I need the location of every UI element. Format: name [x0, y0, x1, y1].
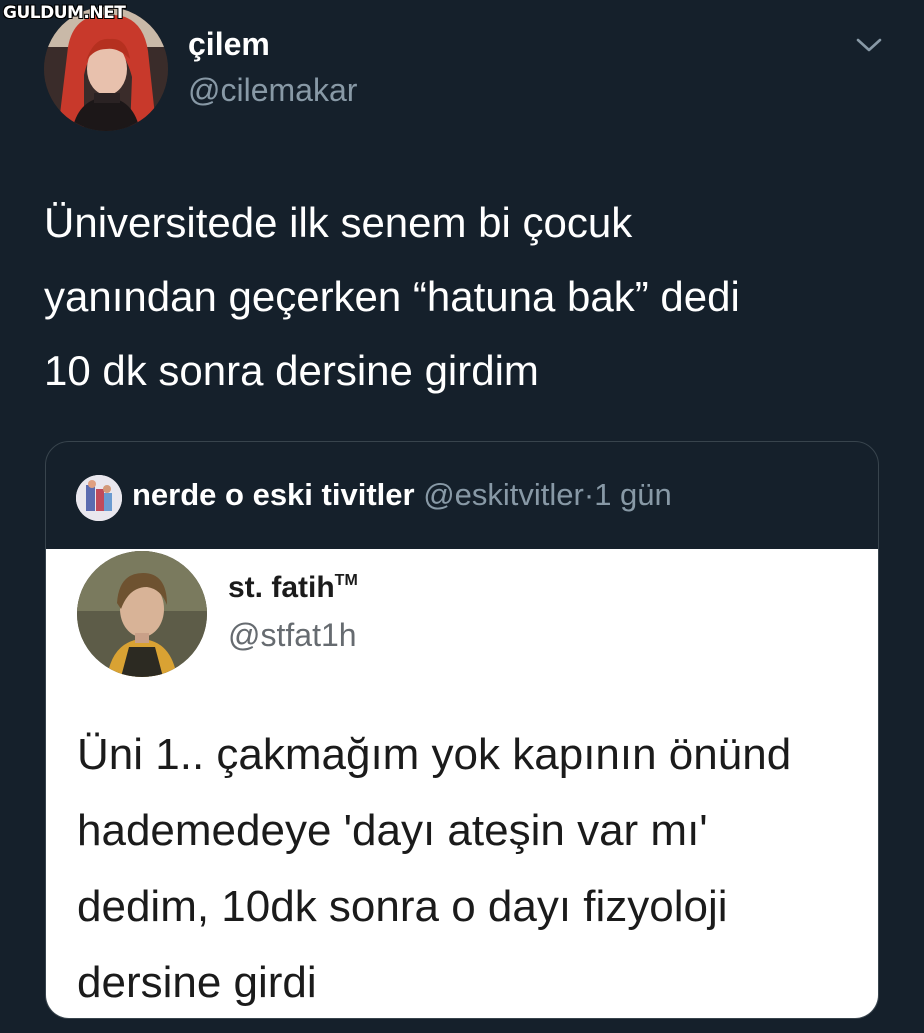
tweet-text-line: yanından geçerken “hatuna bak” dedi: [44, 273, 740, 320]
embedded-text-line: Üni 1.. çakmağım yok kapının önünd: [77, 730, 792, 779]
tweet-screenshot: GULDUM.NET çilem @cilemakar Üniversitede…: [0, 0, 924, 1033]
quoted-tweet-card[interactable]: nerde o eski tivitler @eskitvitler·1 gün…: [45, 441, 879, 1019]
embedded-author-handle: @stfat1h: [228, 617, 357, 653]
embedded-author-name-text: st. fatih: [228, 571, 335, 604]
separator-dot: ·: [583, 477, 595, 512]
tweet-text-line: Üniversitede ilk senem bi çocuk: [44, 199, 633, 246]
quoted-timestamp[interactable]: 1 gün: [594, 477, 672, 512]
chevron-down-icon[interactable]: [852, 33, 886, 57]
quoted-tweet-header: nerde o eski tivitler @eskitvitler·1 gün: [46, 442, 878, 549]
quoted-author-handle[interactable]: @eskitvitler: [423, 477, 584, 512]
tweet-text: Üniversitede ilk senem bi çocuk yanından…: [44, 186, 904, 408]
embedded-tweet-text: Üni 1.. çakmağım yok kapının önünd hadem…: [77, 717, 791, 1018]
quoted-author-name[interactable]: nerde o eski tivitler: [132, 477, 415, 512]
embedded-author-name: st. fatihTM: [228, 571, 358, 605]
trademark-symbol: TM: [334, 572, 358, 589]
embedded-text-line: hademedeye 'dayı ateşin var mı': [77, 806, 708, 855]
embedded-author-avatar: [77, 551, 207, 677]
quoted-author-line: nerde o eski tivitler @eskitvitler·1 gün: [132, 477, 672, 513]
author-display-name[interactable]: çilem: [188, 26, 270, 63]
embedded-text-line: dedim, 10dk sonra o dayı fizyoloji: [77, 882, 728, 931]
watermark-logo: GULDUM.NET: [3, 3, 126, 23]
quoted-author-avatar[interactable]: [76, 475, 122, 521]
embedded-text-line: dersine girdi: [77, 958, 317, 1007]
embedded-tweet-image: st. fatihTM @stfat1h Üni 1.. çakmağım yo…: [46, 549, 878, 1018]
tweet-text-line: 10 dk sonra dersine girdim: [44, 347, 539, 394]
author-avatar[interactable]: [44, 7, 168, 131]
author-handle[interactable]: @cilemakar: [188, 72, 357, 109]
